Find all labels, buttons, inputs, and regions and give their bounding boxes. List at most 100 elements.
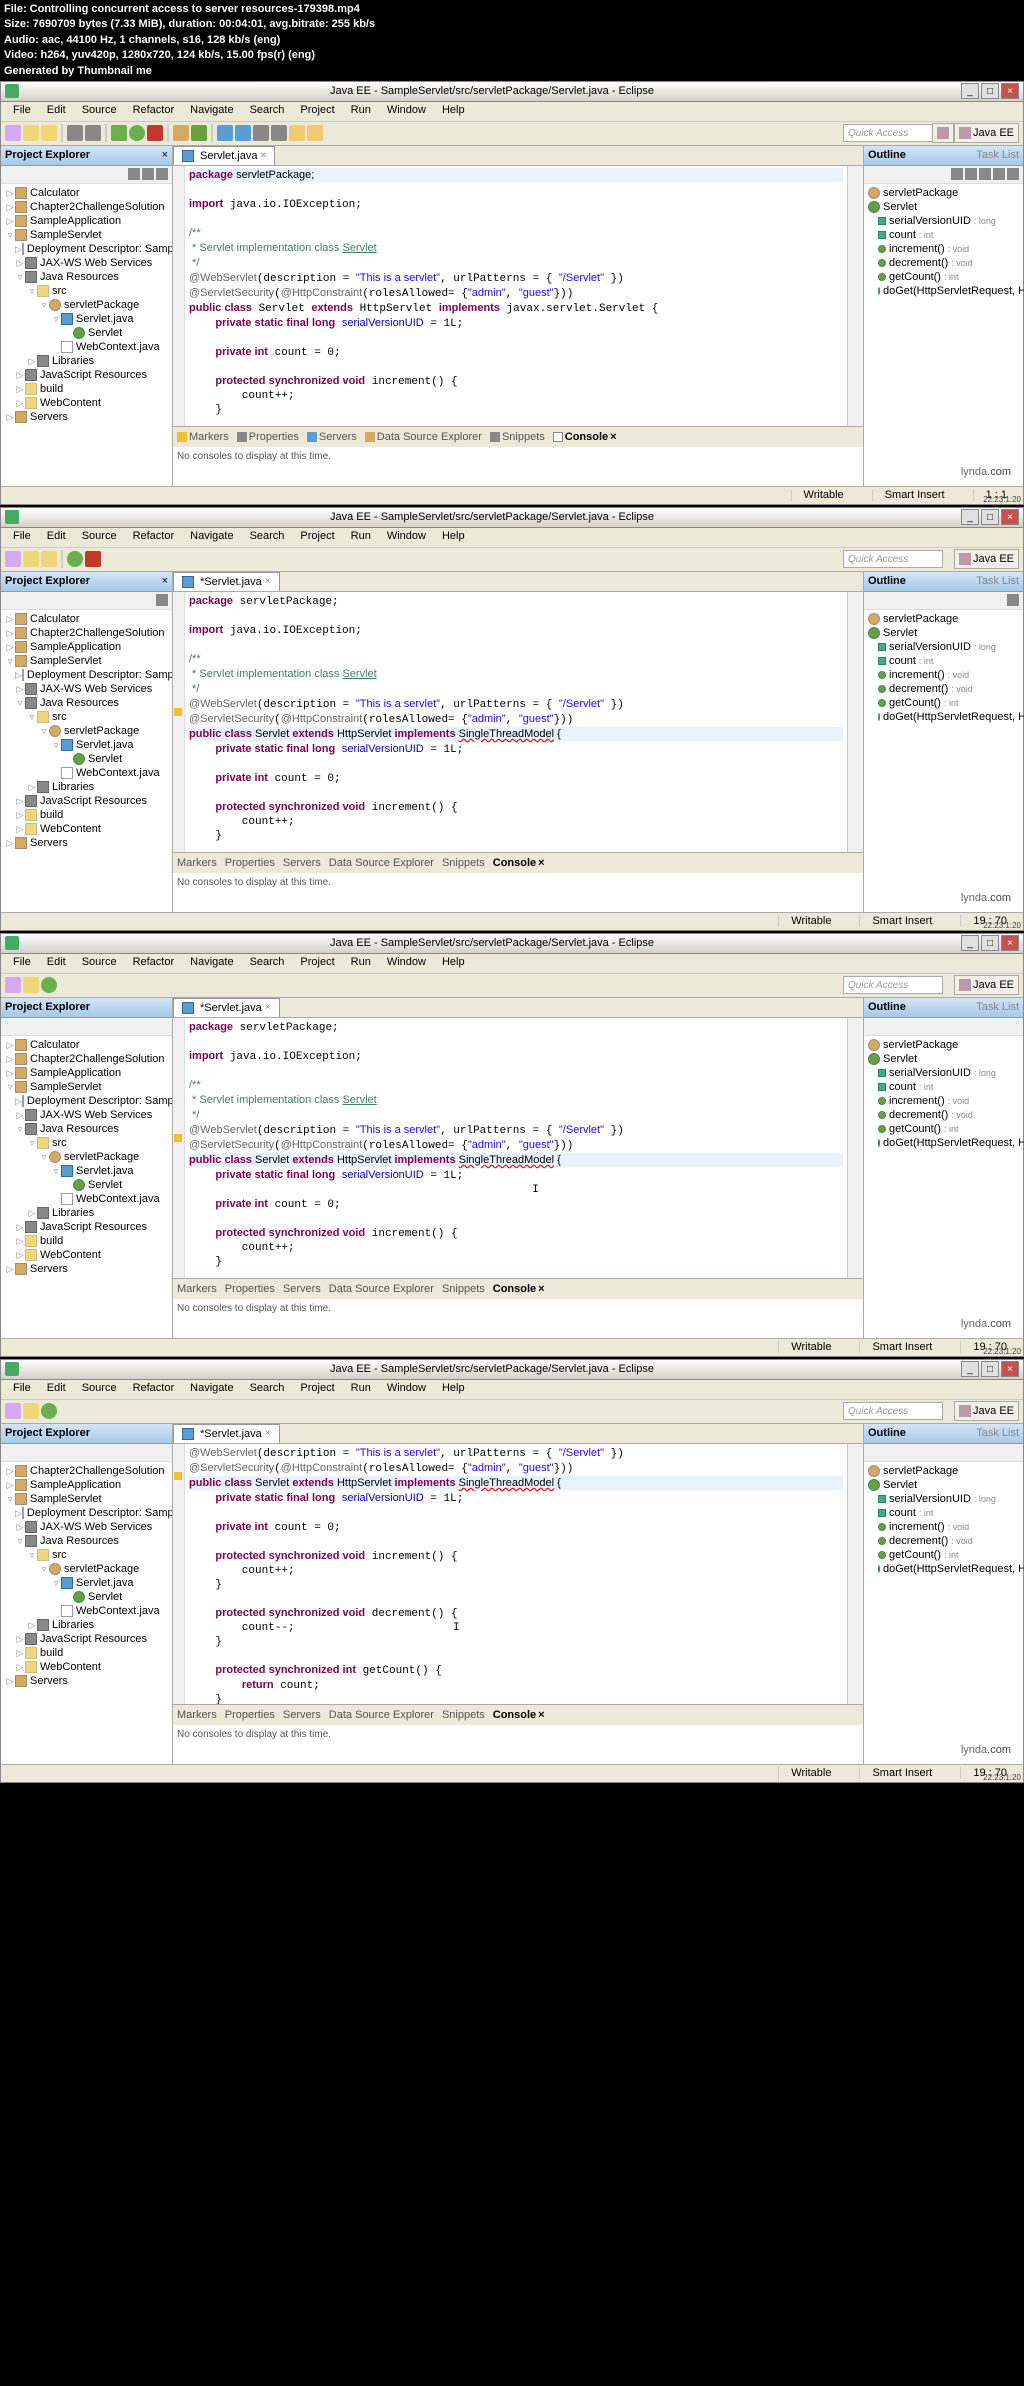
outline-item[interactable]: count: int [866, 1080, 1021, 1094]
tree-node[interactable]: ▷Servers [3, 1262, 170, 1276]
menu-search[interactable]: Search [242, 954, 293, 973]
menu-refactor[interactable]: Refactor [125, 954, 183, 973]
menu-edit[interactable]: Edit [39, 102, 74, 121]
tree-node[interactable]: ▿Servlet.java [3, 738, 170, 752]
new-icon[interactable] [5, 1403, 21, 1419]
outline-item[interactable]: increment(): void [866, 1094, 1021, 1108]
tree-node[interactable]: ▷build [3, 1646, 170, 1660]
quick-access-input[interactable]: Quick Access [843, 550, 943, 568]
tasklist-title[interactable]: Task List [976, 149, 1019, 161]
tab-close-icon[interactable]: × [265, 576, 271, 587]
vertical-scrollbar[interactable] [847, 592, 863, 852]
project-tree[interactable]: ▷Calculator▷Chapter2ChallengeSolution▷Sa… [1, 184, 172, 426]
tree-node[interactable]: WebContext.java [3, 766, 170, 780]
tree-node[interactable]: ▿Java Resources [3, 1534, 170, 1548]
quick-access-input[interactable]: Quick Access [843, 1402, 943, 1420]
tree-node[interactable]: ▷Servers [3, 836, 170, 850]
tree-node[interactable]: ▷Chapter2ChallengeSolution [3, 1464, 170, 1478]
tree-node[interactable]: ▷Servers [3, 1674, 170, 1688]
outline-item[interactable]: doGet(HttpServletRequest, HttpServlet [866, 284, 1021, 298]
tree-node[interactable]: ▷SampleApplication [3, 214, 170, 228]
tree-node[interactable]: ▿servletPackage [3, 724, 170, 738]
outline-tree[interactable]: servletPackageServletserialVersionUID: l… [864, 610, 1023, 726]
new-class-icon[interactable] [191, 125, 207, 141]
servers-tab[interactable]: Servers [283, 857, 321, 869]
tree-node[interactable]: ▷Libraries [3, 354, 170, 368]
outline-item[interactable]: decrement(): void [866, 1108, 1021, 1122]
search-icon[interactable] [235, 125, 251, 141]
project-tree[interactable]: ▷Calculator▷Chapter2ChallengeSolution▷Sa… [1, 1036, 172, 1278]
tree-node[interactable]: ▷Chapter2ChallengeSolution [3, 200, 170, 214]
outline-item[interactable]: serialVersionUID: long [866, 1492, 1021, 1506]
menu-source[interactable]: Source [74, 954, 125, 973]
tree-node[interactable]: ▷Deployment Descriptor: SampleServlet [3, 1506, 170, 1520]
tree-node[interactable]: ▷Calculator [3, 612, 170, 626]
outline-item[interactable]: servletPackage [866, 186, 1021, 200]
menu-file[interactable]: File [5, 102, 39, 121]
servers-tab[interactable]: Servers [307, 431, 357, 443]
tree-node[interactable]: ▷JavaScript Resources [3, 794, 170, 808]
save-all-icon[interactable] [41, 551, 57, 567]
maximize-button[interactable]: □ [981, 509, 999, 525]
sort-icon[interactable] [1007, 594, 1019, 606]
vertical-scrollbar[interactable] [847, 1018, 863, 1278]
menu-source[interactable]: Source [74, 102, 125, 121]
new-icon[interactable] [5, 551, 21, 567]
tree-node[interactable]: ▷build [3, 382, 170, 396]
tree-node[interactable]: ▷JAX-WS Web Services [3, 682, 170, 696]
menu-help[interactable]: Help [434, 954, 473, 973]
dse-tab[interactable]: Data Source Explorer [329, 1283, 434, 1295]
console-tab[interactable]: Console × [553, 431, 617, 443]
menu-window[interactable]: Window [379, 1380, 434, 1399]
new-package-icon[interactable] [173, 125, 189, 141]
outline-tree[interactable]: servletPackageServletserialVersionUID: l… [864, 1462, 1023, 1578]
menu-refactor[interactable]: Refactor [125, 528, 183, 547]
tree-node[interactable]: ▷JAX-WS Web Services [3, 1108, 170, 1122]
menu-window[interactable]: Window [379, 528, 434, 547]
menu-project[interactable]: Project [292, 102, 342, 121]
minimize-button[interactable]: _ [961, 83, 979, 99]
perspective-switcher[interactable] [932, 123, 954, 143]
menu-edit[interactable]: Edit [39, 1380, 74, 1399]
close-button[interactable]: × [1001, 1361, 1019, 1377]
tree-node[interactable]: ▷Libraries [3, 780, 170, 794]
outline-item[interactable]: Servlet [866, 626, 1021, 640]
tree-node[interactable]: ▷WebContent [3, 1248, 170, 1262]
editor-tab-servlet[interactable]: *Servlet.java × [173, 1424, 280, 1443]
tree-node[interactable]: ▷Deployment Descriptor: SampleServlet [3, 1094, 170, 1108]
outline-item[interactable]: count: int [866, 228, 1021, 242]
outline-item[interactable]: decrement(): void [866, 1534, 1021, 1548]
debug-icon[interactable] [111, 125, 127, 141]
outline-item[interactable]: servletPackage [866, 1464, 1021, 1478]
outline-item[interactable]: count: int [866, 1506, 1021, 1520]
editor-tab-servlet[interactable]: Servlet.java × [173, 146, 275, 165]
tree-node[interactable]: WebContext.java [3, 340, 170, 354]
menu-source[interactable]: Source [74, 528, 125, 547]
menu-window[interactable]: Window [379, 102, 434, 121]
menu-refactor[interactable]: Refactor [125, 102, 183, 121]
tree-node[interactable]: ▷Chapter2ChallengeSolution [3, 1052, 170, 1066]
outline-item[interactable]: doGet(HttpServletRequest, HttpServlet [866, 1562, 1021, 1576]
tree-node[interactable]: ▿Java Resources [3, 696, 170, 710]
quick-access-input[interactable]: Quick Access [843, 124, 943, 142]
markers-tab[interactable]: Markers [177, 1283, 217, 1295]
tool-icon[interactable] [217, 125, 233, 141]
code-editor[interactable]: package servletPackage; import java.io.I… [173, 166, 863, 426]
outline-tree[interactable]: servletPackageServletserialVersionUID: l… [864, 184, 1023, 300]
new-icon[interactable] [5, 977, 21, 993]
save-icon[interactable] [23, 125, 39, 141]
save-icon[interactable] [23, 551, 39, 567]
left-ruler[interactable] [173, 166, 185, 426]
tool-icon[interactable] [253, 125, 269, 141]
markers-tab[interactable]: Markers [177, 1709, 217, 1721]
forward-icon[interactable] [307, 125, 323, 141]
code-area[interactable]: package servletPackage; import java.io.I… [185, 592, 847, 852]
code-editor[interactable]: @WebServlet(description = "This is a ser… [173, 1444, 863, 1704]
tree-node[interactable]: WebContext.java [3, 1192, 170, 1206]
run-icon[interactable] [41, 977, 57, 993]
left-ruler[interactable] [173, 592, 185, 852]
view-close-icon[interactable]: × [162, 575, 168, 587]
outline-item[interactable]: increment(): void [866, 1520, 1021, 1534]
menu-edit[interactable]: Edit [39, 954, 74, 973]
tree-node[interactable]: Servlet [3, 752, 170, 766]
